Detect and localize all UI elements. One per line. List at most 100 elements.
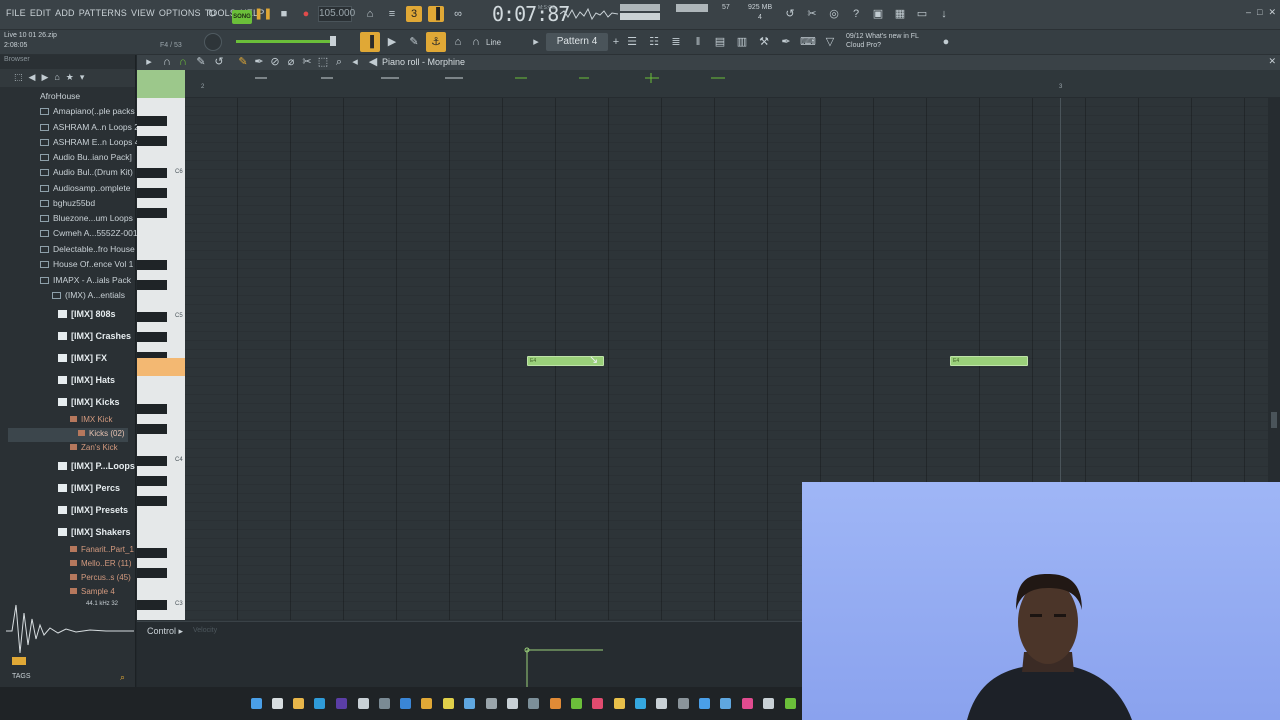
browser-home-icon[interactable]: ⌂ — [54, 72, 59, 84]
snap-icon[interactable]: ▐ — [360, 32, 380, 52]
pencil-icon[interactable]: ✎ — [404, 32, 424, 52]
app-icon[interactable] — [699, 698, 710, 709]
start-icon[interactable] — [251, 698, 262, 709]
browser-file[interactable]: Mello..ER (11) — [70, 559, 132, 568]
black-key[interactable] — [137, 404, 167, 414]
undo-icon[interactable]: ↺ — [211, 55, 227, 70]
scrollbar-thumb[interactable] — [1271, 412, 1277, 428]
menu-options[interactable]: OPTIONS — [157, 8, 203, 18]
mute-tool-icon[interactable]: ⌀ — [283, 55, 299, 70]
master-volume-slider[interactable] — [236, 40, 332, 43]
close-icon[interactable]: ✕ — [1268, 7, 1276, 18]
cart-icon[interactable]: ▽ — [820, 32, 840, 52]
app-icon[interactable] — [486, 698, 497, 709]
download-icon[interactable]: ↓ — [936, 6, 952, 22]
browser-folder-open[interactable]: (IMX) A...entials — [52, 290, 125, 300]
tempo-display[interactable]: 105.000 — [318, 6, 355, 22]
zoom-tool-icon[interactable]: ⌕ — [331, 55, 347, 70]
velocity-bar[interactable] — [523, 640, 605, 688]
playlist-icon[interactable]: ☰ — [622, 32, 642, 52]
black-key[interactable] — [137, 312, 167, 322]
instrument-icon[interactable]: ◀ — [365, 55, 381, 70]
news-panel[interactable]: 09/12 What's new in FL Cloud Pro? — [846, 32, 919, 50]
browser-file[interactable]: Zan's Kick — [70, 443, 118, 452]
browser-pack[interactable]: [IMX] Percs — [58, 483, 120, 493]
microphone-icon[interactable]: ◎ — [826, 6, 842, 22]
tags-label[interactable]: TAGS — [12, 673, 31, 680]
browser-folder[interactable]: Audio Bul..(Drum Kit) — [40, 167, 133, 177]
browser-folder[interactable]: bghuz55bd — [40, 198, 95, 208]
slice-tool-icon[interactable]: ✂ — [299, 55, 315, 70]
black-key[interactable] — [137, 332, 167, 342]
menu-view[interactable]: VIEW — [129, 8, 157, 18]
help-icon[interactable]: ? — [848, 6, 864, 22]
control-label[interactable]: Control ▸ — [147, 626, 183, 637]
close-icon[interactable]: ✕ — [1268, 56, 1276, 67]
master-volume-handle[interactable] — [330, 36, 336, 46]
black-key[interactable] — [137, 136, 167, 146]
speaker-icon[interactable]: ◂ — [347, 55, 363, 70]
browser-folder[interactable]: Audiosamp..omplete — [40, 183, 131, 193]
browser-folder[interactable]: Audio Bu..iano Pack] — [40, 152, 132, 162]
menu-patterns[interactable]: PATTERNS — [77, 8, 129, 18]
app-icon[interactable] — [678, 698, 689, 709]
browser-file-selected[interactable]: Kicks (02) — [78, 429, 125, 438]
file-explorer-icon[interactable] — [293, 698, 304, 709]
stop-button[interactable]: ■ — [276, 6, 292, 22]
metronome-icon[interactable]: ⌂ — [362, 6, 378, 22]
snap-icon[interactable]: ∩ — [175, 55, 191, 70]
app-icon[interactable] — [742, 698, 753, 709]
plugin-icon[interactable]: ▦ — [892, 6, 908, 22]
step-edit-icon[interactable]: ▐ — [428, 6, 444, 22]
maximize-icon[interactable]: □ — [1257, 7, 1262, 18]
app-icon[interactable] — [720, 698, 731, 709]
app-icon[interactable] — [400, 698, 411, 709]
save-icon[interactable]: ▣ — [870, 6, 886, 22]
undo-icon[interactable]: ↺ — [782, 6, 798, 22]
piano-roll-icon[interactable]: ≣ — [666, 32, 686, 52]
record-button[interactable]: ● — [298, 6, 314, 22]
arrow-right-icon[interactable]: ▸ — [526, 32, 546, 52]
app-icon[interactable] — [785, 698, 796, 709]
song-time-display[interactable]: 0:07:87 — [492, 2, 570, 26]
black-key[interactable] — [137, 548, 167, 558]
black-key[interactable] — [137, 476, 167, 486]
mixer-icon[interactable]: ‖ — [688, 32, 708, 52]
browser-folder[interactable]: Delectable..fro House — [40, 244, 135, 254]
fl-studio-icon[interactable] — [421, 698, 432, 709]
paint-tool-icon[interactable]: ✒ — [251, 55, 267, 70]
browser-folder[interactable]: Cwmeh A...5552Z-001 — [40, 228, 138, 238]
browser-pack[interactable]: [IMX] Kicks — [58, 397, 120, 407]
app-icon[interactable] — [528, 698, 539, 709]
brush-icon[interactable]: ✒ — [776, 32, 796, 52]
menu-edit[interactable]: EDIT — [28, 8, 53, 18]
browser-add-icon[interactable]: ⬚ — [14, 72, 23, 84]
plugin-db-icon[interactable]: ▥ — [732, 32, 752, 52]
browser-fwd-icon[interactable]: ▶ — [41, 72, 48, 84]
channel-rack-icon[interactable]: ☷ — [644, 32, 664, 52]
app-icon[interactable] — [592, 698, 603, 709]
next-icon[interactable]: ▶ — [382, 32, 402, 52]
record-loop-icon[interactable]: ↻ — [204, 6, 220, 22]
pattern-selector[interactable]: Pattern 4 — [546, 33, 608, 51]
browser-menu-icon[interactable]: ▾ — [80, 72, 85, 84]
snap-mode-label[interactable]: Line — [486, 38, 501, 47]
search-icon[interactable]: ⌕ — [120, 672, 125, 683]
black-key[interactable] — [137, 496, 167, 506]
black-key[interactable] — [137, 208, 167, 218]
search-icon[interactable] — [272, 698, 283, 709]
black-key[interactable] — [137, 260, 167, 270]
browser-back-icon[interactable]: ◀ — [29, 72, 36, 84]
pause-button[interactable]: ❚❚ — [254, 6, 272, 22]
link-icon[interactable]: ⚓ — [426, 32, 446, 52]
menu-file[interactable]: FILE — [4, 8, 28, 18]
browser-star-icon[interactable]: ★ — [66, 72, 74, 84]
browser-file[interactable]: Fanarit..Part_1 — [70, 545, 134, 554]
cut-icon[interactable]: ✂ — [804, 6, 820, 22]
browser-file[interactable]: Percus..s (45) — [70, 573, 131, 582]
draw-tool-icon[interactable]: ✎ — [235, 55, 251, 70]
browser-folder[interactable]: AfroHouse — [40, 91, 80, 101]
browser-folder[interactable]: Amapiano(..ple packs — [40, 106, 135, 116]
browser-folder-open[interactable]: IMAPX - A..ials Pack — [40, 275, 131, 285]
magnet-icon[interactable]: ∩ — [159, 55, 175, 70]
